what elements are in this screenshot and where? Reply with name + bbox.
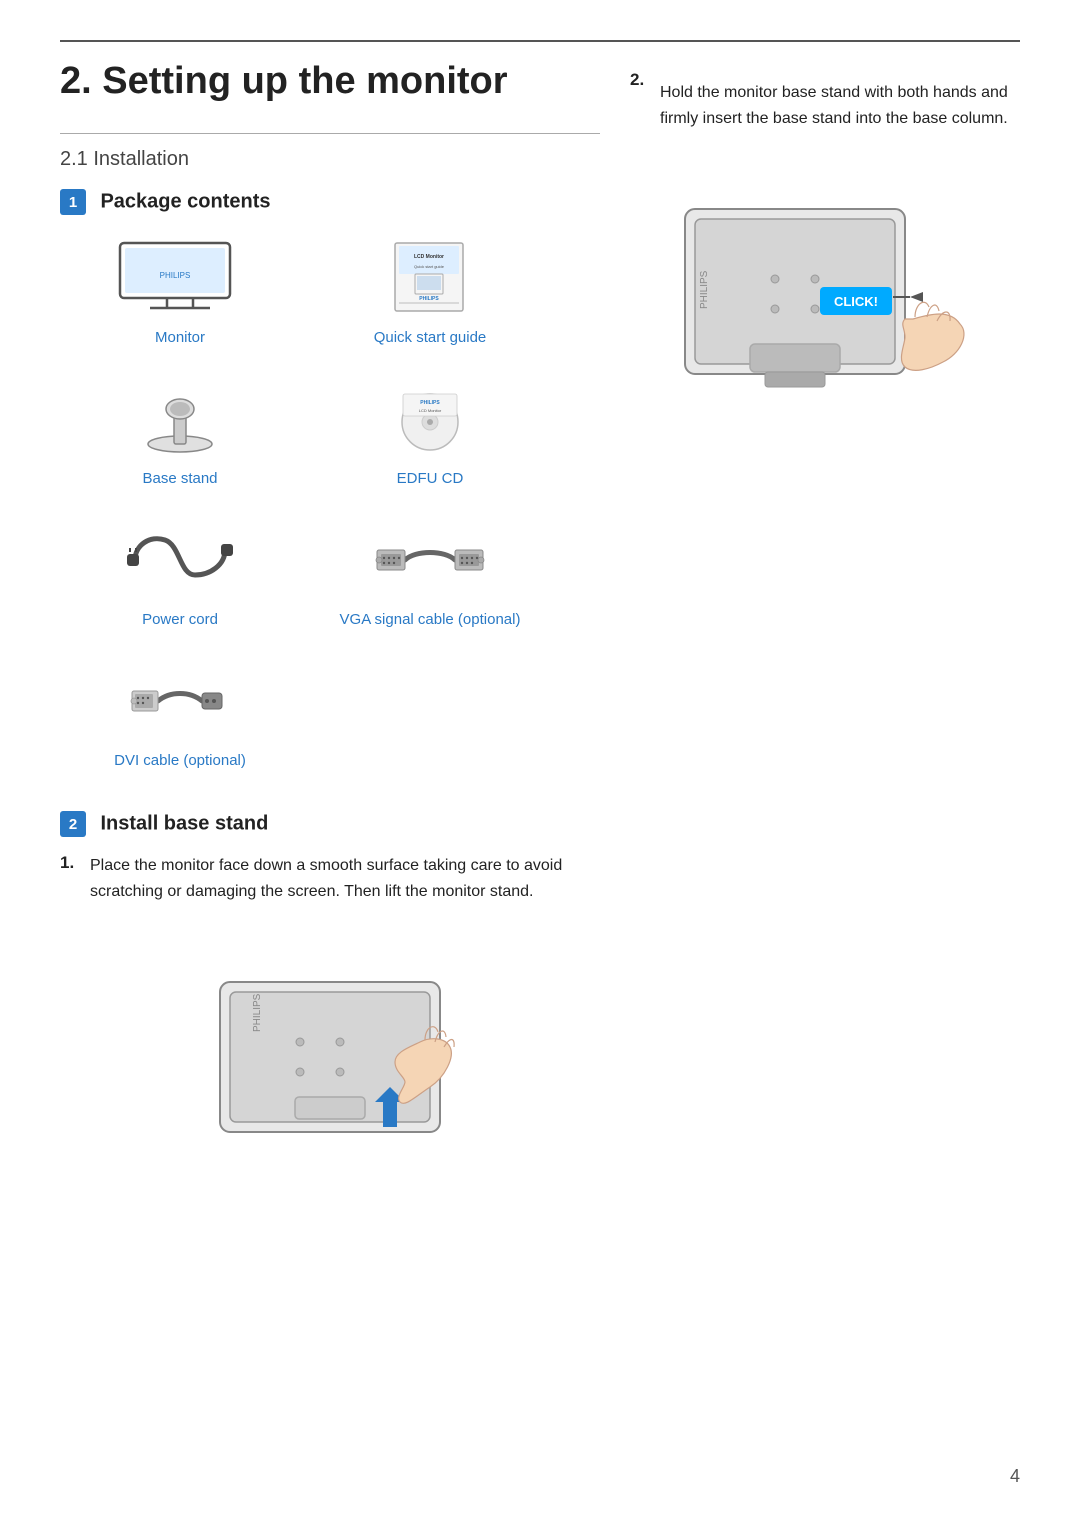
monitor-click-diagram: PHILIPS CLICK! [630, 179, 1020, 459]
list-item: PHILIPS LCD Monitor EDFU CD [320, 374, 540, 487]
edfu-cd-icon: PHILIPS LCD Monitor [385, 384, 475, 454]
subsection-title: 2.1 Installation [60, 148, 600, 171]
quickstart-label: Quick start guide [374, 329, 487, 346]
facedown-monitor-svg: PHILIPS [190, 942, 470, 1162]
page-number: 4 [1010, 1466, 1020, 1487]
page-container: 2. Setting up the monitor 2.1 Installati… [0, 0, 1080, 1527]
step2-label: Install base stand [100, 813, 268, 835]
svg-text:CLICK!: CLICK! [834, 294, 878, 309]
section-title-text: Setting up the monitor [102, 60, 507, 102]
svg-text:PHILIPS: PHILIPS [252, 994, 263, 1033]
list-item: Base stand [70, 374, 290, 487]
right-column: 2. Hold the monitor base stand with both… [600, 60, 1020, 1172]
section-rule [60, 133, 600, 134]
dvi-label: DVI cable (optional) [114, 752, 246, 769]
step1-badge: 1 [60, 189, 86, 215]
svg-text:PHILIPS: PHILIPS [160, 271, 191, 280]
svg-text:PHILIPS: PHILIPS [420, 400, 440, 406]
list-item: Power cord [70, 515, 290, 628]
list-item: PHILIPS Monitor [70, 233, 290, 346]
list-item: DVI cable (optional) [70, 656, 290, 769]
left-column: 2. Setting up the monitor 2.1 Installati… [60, 60, 600, 1172]
list-item: LCD Monitor Quick start guide PHILIPS Qu… [320, 233, 540, 346]
edfu-cd-label: EDFU CD [397, 470, 464, 487]
quickstart-image: LCD Monitor Quick start guide PHILIPS [360, 233, 500, 323]
instruction1-number: 1. [60, 853, 80, 922]
basestand-label: Base stand [142, 470, 217, 487]
quickstart-icon: LCD Monitor Quick start guide PHILIPS [385, 238, 475, 318]
dvi-icon [130, 671, 230, 731]
subsection-number: 2.1 [60, 148, 88, 170]
main-layout: 2. Setting up the monitor 2.1 Installati… [60, 60, 1020, 1172]
step1-label: Package contents [100, 191, 270, 213]
top-rule [60, 40, 1020, 42]
instruction1: 1. Place the monitor face down a smooth … [60, 853, 600, 922]
instruction2-text: Hold the monitor base stand with both ha… [660, 70, 1020, 131]
svg-text:Quick start guide: Quick start guide [414, 264, 445, 269]
list-item: VGA signal cable (optional) [320, 515, 540, 628]
monitor-image: PHILIPS [110, 233, 250, 323]
section-number: 2 [60, 60, 81, 102]
monitor-icon: PHILIPS [115, 238, 245, 318]
powercord-icon [125, 530, 235, 590]
edfu-cd-image: PHILIPS LCD Monitor [360, 374, 500, 464]
basestand-icon [140, 384, 220, 454]
vga-image [360, 515, 500, 605]
vga-label: VGA signal cable (optional) [340, 611, 521, 628]
powercord-label: Power cord [142, 611, 218, 628]
monitor-facedown-diagram: PHILIPS [60, 942, 600, 1162]
vga-icon [375, 530, 485, 590]
svg-text:PHILIPS: PHILIPS [419, 296, 439, 302]
package-grid: PHILIPS Monitor LCD Monitor [70, 233, 600, 787]
instruction2-number: 2. [630, 70, 650, 149]
step2-section: 2 Install base stand 1. Place the monito… [60, 811, 600, 1162]
svg-text:PHILIPS: PHILIPS [699, 271, 710, 310]
instruction2: 2. Hold the monitor base stand with both… [630, 60, 1020, 149]
dvi-image [110, 656, 250, 746]
subsection-title-text: Installation [93, 148, 189, 170]
instruction1-text: Place the monitor face down a smooth sur… [90, 853, 600, 904]
basestand-image [110, 374, 250, 464]
step2-badge: 2 [60, 811, 86, 837]
svg-text:LCD Monitor: LCD Monitor [419, 408, 442, 413]
monitor-label: Monitor [155, 329, 205, 346]
page-title: 2. Setting up the monitor [60, 60, 600, 103]
powercord-image [110, 515, 250, 605]
svg-text:LCD Monitor: LCD Monitor [414, 254, 444, 260]
step2-header: 2 Install base stand [60, 811, 600, 837]
step1-header: 1 Package contents [60, 189, 600, 215]
click-monitor-svg: PHILIPS CLICK! [665, 179, 985, 459]
